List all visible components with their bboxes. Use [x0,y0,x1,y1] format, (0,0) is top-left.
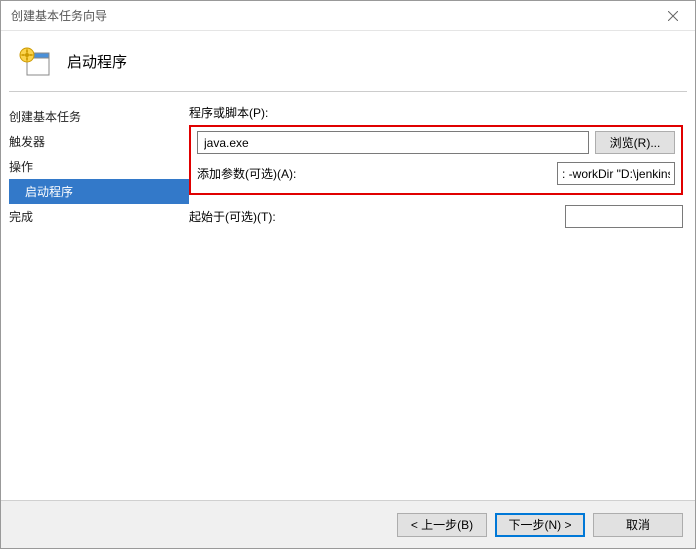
args-input[interactable] [557,162,675,185]
browse-button[interactable]: 浏览(R)... [595,131,675,154]
program-action-icon [19,45,51,77]
sidebar-item-finish[interactable]: 完成 [9,204,189,229]
args-row: 添加参数(可选)(A): [197,162,675,185]
footer-button-bar: < 上一步(B) 下一步(N) > 取消 [1,500,695,548]
next-button[interactable]: 下一步(N) > [495,513,585,537]
args-label: 添加参数(可选)(A): [197,165,296,182]
main-panel: 程序或脚本(P): 浏览(R)... 添加参数(可选)(A): 起始于(可选)(… [189,104,695,500]
highlight-annotation-box: 浏览(R)... 添加参数(可选)(A): [189,125,683,195]
wizard-steps-sidebar: 创建基本任务 触发器 操作 启动程序 完成 [1,104,189,500]
close-icon [668,11,678,21]
program-row: 浏览(R)... [197,131,675,154]
sidebar-item-trigger[interactable]: 触发器 [9,129,189,154]
program-label: 程序或脚本(P): [189,104,683,121]
page-title: 启动程序 [67,51,127,72]
body: 创建基本任务 触发器 操作 启动程序 完成 程序或脚本(P): 浏览(R)...… [1,92,695,500]
sidebar-item-action[interactable]: 操作 [9,154,189,179]
startin-row: 起始于(可选)(T): [189,205,683,228]
window-title: 创建基本任务向导 [11,7,107,24]
startin-input[interactable] [565,205,683,228]
sidebar-item-start-program[interactable]: 启动程序 [9,179,189,204]
back-button[interactable]: < 上一步(B) [397,513,487,537]
startin-label: 起始于(可选)(T): [189,208,276,225]
cancel-button[interactable]: 取消 [593,513,683,537]
program-input[interactable] [197,131,589,154]
close-button[interactable] [650,1,695,30]
wizard-window: 创建基本任务向导 启动程序 创建基本任务 触发器 操作 启动程序 完成 程序或脚 [0,0,696,549]
header: 启动程序 [1,31,695,91]
titlebar: 创建基本任务向导 [1,1,695,31]
sidebar-item-create-task[interactable]: 创建基本任务 [9,104,189,129]
